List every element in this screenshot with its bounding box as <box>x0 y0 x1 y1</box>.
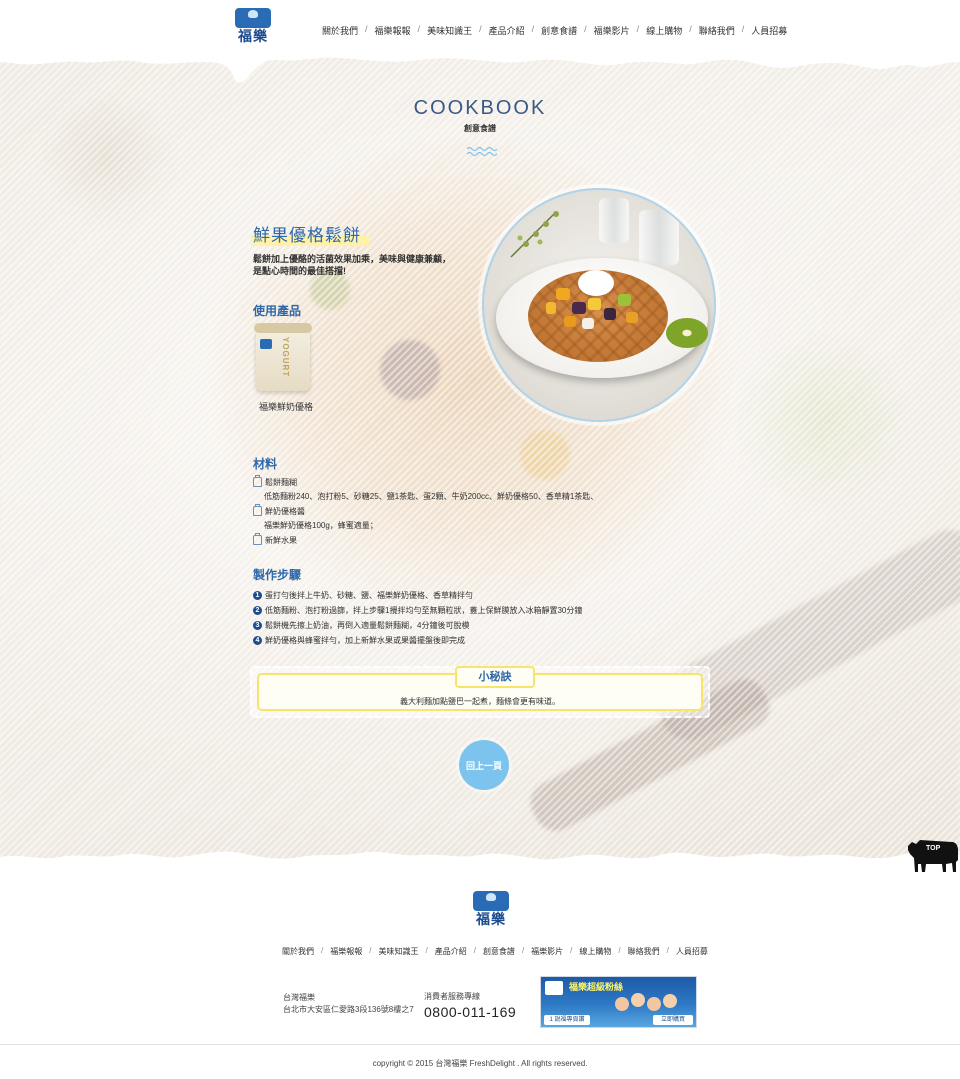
nav-item-careers[interactable]: 人員招募 <box>751 24 787 37</box>
footer-nav-recipes[interactable]: 創意食譜 <box>483 946 515 957</box>
product-heading: 使用產品 <box>253 304 302 318</box>
hotline-label: 消費者服務專線 <box>424 992 480 1001</box>
banner-logo-icon <box>545 981 563 995</box>
brand-mini-icon <box>260 339 272 349</box>
footer-logo-text: 福樂 <box>476 912 506 928</box>
footer-logo[interactable]: 福樂 <box>470 891 512 933</box>
logo-badge-icon <box>235 8 271 28</box>
list-item: 1 蛋打勻後拌上牛奶、砂糖、鹽、福樂鮮奶優格、香草精拌勻 <box>253 588 582 603</box>
ingredients-list: 鬆餅麵糊 低筋麵粉240、泡打粉5、砂糖25、鹽1茶匙、蛋2顆、牛奶200cc、… <box>253 475 598 547</box>
package-label: YOGURT <box>281 337 290 378</box>
back-to-top-button[interactable]: TOP <box>906 836 960 874</box>
nav-item-knowledge[interactable]: 美味知識王 <box>427 24 472 37</box>
address-line: 台北市大安區仁愛路3段136號8樓之7 <box>283 1005 414 1014</box>
footer-nav-products[interactable]: 產品介紹 <box>435 946 467 957</box>
footer-nav-news[interactable]: 福樂報報 <box>330 946 362 957</box>
site-header: 福樂 關於我們 / 福樂報報 / 美味知識王 / 產品介紹 / 創意食譜 / 福樂影片 / … <box>0 0 960 58</box>
logo-text: 福樂 <box>238 29 268 45</box>
page-title: COOKBOOK 創意食譜 <box>380 97 580 134</box>
hotline-number: 0800-011-169 <box>424 1004 517 1020</box>
ingredients-heading: 材料 <box>253 457 278 471</box>
list-item: 2 低筋麵粉、泡打粉過篩，拌上步驟1攪拌均勻至無顆粒狀，蓋上保鮮膜放入冰箱靜置3… <box>253 603 582 618</box>
milk-bottle-icon <box>253 533 262 545</box>
list-item: 鬆餅麵糊 <box>253 475 598 489</box>
footer-nav-knowledge[interactable]: 美味知識王 <box>378 946 418 957</box>
brand-logo[interactable]: 福樂 <box>233 8 273 50</box>
milk-bottle-icon <box>253 475 262 487</box>
footer-nav-contact[interactable]: 聯絡我們 <box>628 946 660 957</box>
nav-item-contact[interactable]: 聯絡我們 <box>699 24 735 37</box>
list-item: 4 鮮奶優格與蜂蜜拌勻，加上新鮮水果或果醬擺盤後即完成 <box>253 633 582 648</box>
main-nav: 關於我們 / 福樂報報 / 美味知識王 / 產品介紹 / 創意食譜 / 福樂影片 / 線上購… <box>322 24 788 37</box>
company-name: 台灣福樂 <box>283 993 315 1002</box>
footer-nav-videos[interactable]: 福樂影片 <box>531 946 563 957</box>
banner-buy-link[interactable]: 立即購買 <box>653 1015 693 1025</box>
tip-box: 小秘訣 義大利麵加點鹽巴一起煮，麵條會更有味道。 <box>250 666 710 718</box>
footer-nav: 關於我們 / 福樂報報 / 美味知識王 / 產品介紹 / 創意食譜 / 福樂影片 / 線上購… <box>282 946 708 957</box>
steps-heading: 製作步驟 <box>253 568 302 582</box>
nav-item-shop[interactable]: 線上購物 <box>646 24 682 37</box>
tip-text: 義大利麵加點鹽巴一起煮，麵條會更有味道。 <box>400 697 560 706</box>
milk-bottle-icon <box>253 504 262 516</box>
footer-nav-about[interactable]: 關於我們 <box>282 946 314 957</box>
footer-nav-careers[interactable]: 人員招募 <box>676 946 708 957</box>
logo-badge-icon <box>473 891 509 911</box>
back-button[interactable]: 回上一頁 <box>459 740 509 790</box>
list-item: 3 鬆餅機先擦上奶油，再倒入適量鬆餅麵糊，4分鐘後可脫模 <box>253 618 582 633</box>
list-item: 鮮奶優格醬 <box>253 504 598 518</box>
page-title-zh: 創意食譜 <box>464 124 496 133</box>
footer-nav-shop[interactable]: 線上購物 <box>579 946 611 957</box>
top-label: TOP <box>926 845 941 852</box>
product-image[interactable]: YOGURT <box>252 323 314 395</box>
footer-divider <box>0 1044 960 1045</box>
cow-icon <box>908 840 958 872</box>
recipe-photo <box>482 188 716 422</box>
step-number-badge: 3 <box>253 621 262 630</box>
page-title-en: COOKBOOK <box>413 97 547 119</box>
step-number-badge: 4 <box>253 636 262 645</box>
recipe-title: 鮮果優格鬆餅 <box>251 221 369 246</box>
nav-item-news[interactable]: 福樂報報 <box>375 24 411 37</box>
wave-divider-icon <box>467 146 497 157</box>
milk-drip-bottom <box>0 851 960 870</box>
fan-banner[interactable]: 福樂超級粉絲 1 說福專頁讚 立即購買 <box>540 976 697 1028</box>
step-number-badge: 1 <box>253 591 262 600</box>
step-number-badge: 2 <box>253 606 262 615</box>
steps-list: 1 蛋打勻後拌上牛奶、砂糖、鹽、福樂鮮奶優格、香草精拌勻 2 低筋麵粉、泡打粉過… <box>253 588 582 648</box>
product-name[interactable]: 福樂鮮奶優格 <box>259 400 313 413</box>
ingredient-detail: 低筋麵粉240、泡打粉5、砂糖25、鹽1茶匙、蛋2顆、牛奶200cc、鮮奶優格5… <box>264 492 599 501</box>
customer-hotline: 消費者服務專線 0800-011-169 <box>424 991 516 1020</box>
nav-item-products[interactable]: 產品介紹 <box>489 24 525 37</box>
nav-item-videos[interactable]: 福樂影片 <box>594 24 630 37</box>
ingredient-detail: 福樂鮮奶優格100g，蜂蜜適量； <box>264 521 378 530</box>
nav-item-about[interactable]: 關於我們 <box>322 24 358 37</box>
banner-fanpage-link[interactable]: 1 說福專頁讚 <box>544 1015 590 1025</box>
list-item: 新鮮水果 <box>253 533 598 547</box>
nav-item-recipes[interactable]: 創意食譜 <box>541 24 577 37</box>
copyright: copyright © 2015 台灣福樂 FreshDelight . All… <box>372 1059 588 1068</box>
tip-title: 小秘訣 <box>455 666 535 688</box>
recipe-description: 鬆餅加上優酪的活菌效果加乘，美味與健康兼顧， 是點心時間的最佳搭擋! <box>253 254 452 276</box>
company-address: 台灣福樂 台北市大安區仁愛路3段136號8樓之7 <box>283 992 414 1016</box>
